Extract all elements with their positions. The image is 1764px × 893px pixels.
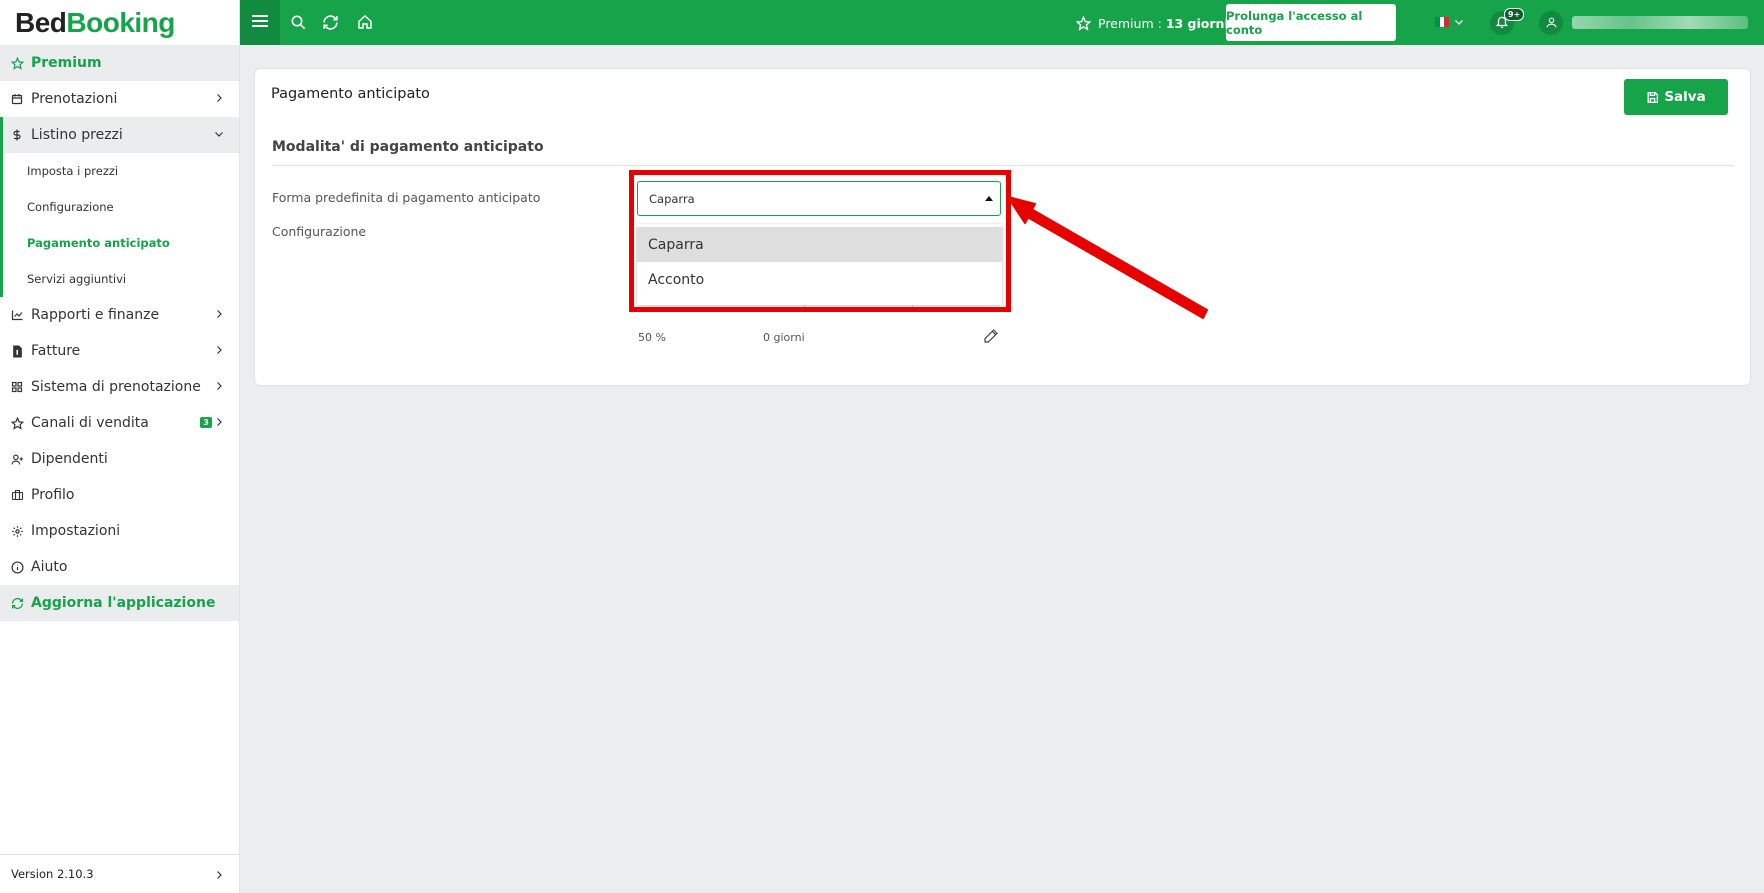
sidebar: BedBooking Premium Prenotazioni Listino …: [0, 0, 240, 893]
sidebar-item-fatture[interactable]: Fatture: [0, 333, 239, 369]
sidebar-item-sistema-prenotazione[interactable]: Sistema di prenotazione: [0, 369, 239, 405]
submenu-listino-prezzi: Imposta i prezzi Configurazione Pagament…: [0, 153, 239, 297]
grid-icon: [10, 380, 24, 394]
annotation-highlight-box: [629, 170, 1011, 312]
chevron-down-icon[interactable]: [1452, 13, 1466, 31]
sidebar-item-label: Rapporti e finanze: [31, 307, 160, 323]
sidebar-item-label: Prenotazioni: [31, 91, 118, 107]
extend-access-button[interactable]: Prolunga l'accesso al conto: [1226, 4, 1396, 41]
info-icon: [10, 560, 24, 574]
sidebar-item-label: Impostazioni: [31, 523, 121, 539]
refresh-icon: [10, 596, 24, 610]
annotation-arrow-icon: [1007, 196, 1208, 319]
sidebar-item-rapporti[interactable]: Rapporti e finanze: [0, 297, 239, 333]
sidebar-item-profilo[interactable]: Profilo: [0, 477, 239, 513]
premium-days: 13 giorni: [1165, 15, 1229, 31]
page-title: Pagamento anticipato: [271, 86, 430, 102]
sidebar-item-label: Premium: [31, 55, 102, 71]
sidebar-item-label: Profilo: [31, 487, 75, 503]
invoice-icon: [10, 344, 24, 358]
star-icon: [10, 56, 24, 70]
menu-toggle-button[interactable]: [240, 0, 280, 45]
pencil-icon[interactable]: [983, 328, 999, 344]
chevron-right-icon: [213, 92, 225, 104]
home-icon[interactable]: [355, 12, 375, 32]
briefcase-icon: [10, 488, 24, 502]
save-icon: [1646, 91, 1664, 104]
notifications-badge: 9+: [1504, 8, 1525, 21]
user-icon: [1545, 14, 1558, 33]
sidebar-item-canali-vendita[interactable]: Canali di vendita 3: [0, 405, 239, 441]
chart-icon: [10, 308, 24, 322]
version-label: Version 2.10.3: [11, 867, 94, 881]
refresh-icon[interactable]: [320, 12, 340, 32]
chevron-right-icon: [213, 308, 225, 320]
section-title: Modalita' di pagamento anticipato: [272, 139, 544, 155]
sidebar-subitem-pagamento-anticipato[interactable]: Pagamento anticipato: [3, 225, 239, 261]
section-divider: [272, 165, 1734, 166]
config-label: Configurazione: [272, 224, 367, 239]
sidebar-item-prenotazioni[interactable]: Prenotazioni: [0, 81, 239, 117]
sidebar-item-label: Aiuto: [31, 559, 68, 575]
chevron-right-icon: [213, 869, 225, 881]
count-badge: 3: [200, 417, 212, 428]
gear-icon: [10, 524, 24, 538]
chevron-right-icon: [213, 344, 225, 356]
star-icon: [10, 416, 24, 430]
premium-status: Premium : 13 giorni: [1076, 13, 1229, 33]
sidebar-item-label: Dipendenti: [31, 451, 108, 467]
version-footer[interactable]: Version 2.10.3: [0, 854, 239, 893]
italian-flag-icon[interactable]: [1435, 17, 1450, 27]
chevron-right-icon: [213, 416, 225, 428]
sidebar-item-aggiorna[interactable]: Aggiorna l'applicazione: [0, 585, 239, 621]
save-button-label: Salva: [1664, 89, 1706, 105]
sidebar-subitem-servizi-aggiuntivi[interactable]: Servizi aggiuntivi: [3, 261, 239, 297]
avatar[interactable]: [1539, 11, 1563, 35]
default-form-label: Forma predefinita di pagamento anticipat…: [272, 190, 541, 205]
sidebar-item-label: Fatture: [31, 343, 81, 359]
sidebar-item-impostazioni[interactable]: Impostazioni: [0, 513, 239, 549]
sidebar-item-label: Aggiorna l'applicazione: [31, 595, 216, 611]
search-icon[interactable]: [288, 12, 308, 32]
logo[interactable]: BedBooking: [0, 0, 239, 45]
sidebar-item-premium[interactable]: Premium: [0, 45, 239, 81]
sidebar-item-label: Canali di vendita: [31, 415, 149, 431]
sidebar-item-aiuto[interactable]: Aiuto: [0, 549, 239, 585]
star-icon: [1076, 15, 1091, 31]
user-name-blurred[interactable]: [1572, 16, 1748, 29]
sidebar-item-dipendenti[interactable]: Dipendenti: [0, 441, 239, 477]
hamburger-icon: [252, 13, 268, 32]
dollar-icon: [10, 128, 24, 142]
sidebar-subitem-imposta-prezzi[interactable]: Imposta i prezzi: [3, 153, 239, 189]
logo-text-bed: Bed: [15, 7, 67, 38]
chevron-down-icon: [213, 128, 225, 140]
sidebar-item-label: Sistema di prenotazione: [31, 379, 201, 395]
sidebar-item-label: Listino prezzi: [31, 127, 123, 143]
save-button[interactable]: Salva: [1624, 79, 1728, 115]
topbar: Premium : 13 giorni Prolunga l'accesso a…: [240, 0, 1764, 45]
chevron-right-icon: [213, 380, 225, 392]
sidebar-subitem-configurazione[interactable]: Configurazione: [3, 189, 239, 225]
calendar-icon: [10, 92, 24, 106]
config-percent: 50 %: [638, 331, 666, 344]
user-plus-icon: [10, 452, 24, 466]
premium-label: Premium :: [1098, 15, 1162, 31]
logo-text-booking: Booking: [66, 7, 175, 38]
config-days: 0 giorni: [763, 331, 805, 344]
sidebar-item-listino-prezzi[interactable]: Listino prezzi: [0, 117, 239, 153]
